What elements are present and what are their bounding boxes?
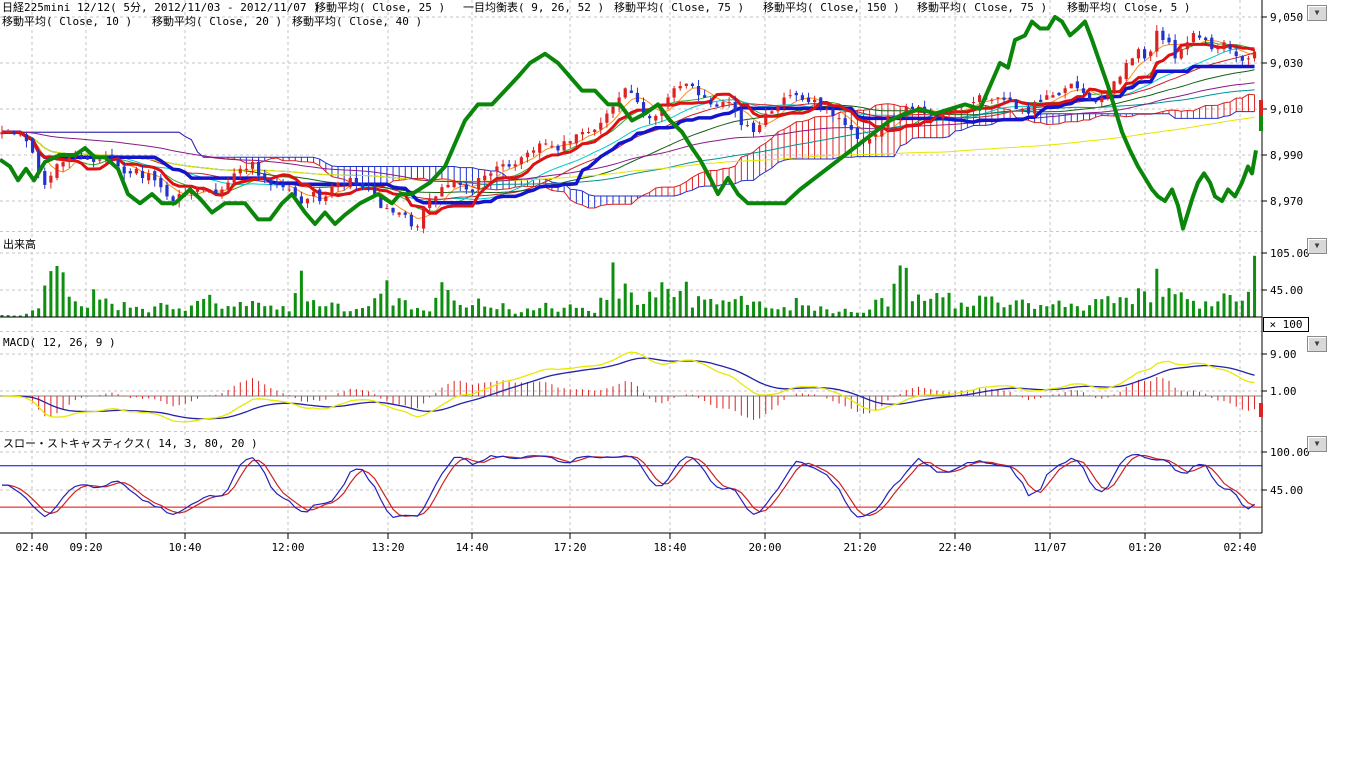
- stochastics-pane-label: スロー・ストキャスティクス( 14, 3, 80, 20 ): [3, 435, 258, 451]
- time-tick-label: 17:20: [553, 541, 586, 554]
- axis-tick-label: 100.00: [1270, 446, 1310, 459]
- axis-tick-label: 9,030: [1270, 57, 1303, 70]
- legend-item: 移動平均( Close, 10 ): [2, 16, 132, 28]
- time-tick-label: 14:40: [455, 541, 488, 554]
- legend-item: 日経225mini 12/12( 5分, 2012/11/03 - 2012/1…: [2, 2, 320, 14]
- legend-item: 一目均衡表( 9, 26, 52 ): [463, 2, 604, 14]
- time-tick-label: 22:40: [938, 541, 971, 554]
- axis-tick-label: 9.00: [1270, 348, 1297, 361]
- axis-tick-label: 45.00: [1270, 284, 1303, 297]
- time-tick-label: 02:40: [1223, 541, 1256, 554]
- axis-tick-label: 9,050: [1270, 11, 1303, 24]
- legend-item: 移動平均( Close, 5 ): [1067, 2, 1190, 14]
- macd-pane-label: MACD( 12, 26, 9 ): [3, 336, 116, 349]
- volume-multiplier-badge: × 100: [1263, 317, 1309, 332]
- time-tick-label: 02:40: [15, 541, 48, 554]
- macd-scale-dropdown-button[interactable]: ▼: [1307, 336, 1327, 352]
- legend-item: 移動平均( Close, 25 ): [315, 2, 445, 14]
- legend-item: 移動平均( Close, 75 ): [614, 2, 744, 14]
- chevron-down-icon: ▼: [1315, 242, 1320, 250]
- stochastics-scale-dropdown-button[interactable]: ▼: [1307, 436, 1327, 452]
- axis-tick-label: 45.00: [1270, 484, 1303, 497]
- chevron-down-icon: ▼: [1315, 9, 1320, 17]
- price-scale-dropdown-button[interactable]: ▼: [1307, 5, 1327, 21]
- time-tick-label: 10:40: [168, 541, 201, 554]
- chevron-down-icon: ▼: [1315, 440, 1320, 448]
- axis-tick-label: 8,990: [1270, 149, 1303, 162]
- chevron-down-icon: ▼: [1315, 340, 1320, 348]
- axis-tick-label: 9,010: [1270, 103, 1303, 116]
- time-tick-label: 12:00: [271, 541, 304, 554]
- chart-window: 9,050 9,030 9,010 8,990 8,970 105.00 45.00 9.00…: [0, 0, 1366, 768]
- volume-pane-label: 出来高: [3, 236, 36, 252]
- legend-item: 移動平均( Close, 40 ): [292, 16, 422, 28]
- legend-item: 移動平均( Close, 20 ): [152, 16, 282, 28]
- time-tick-label: 09:20: [69, 541, 102, 554]
- volume-scale-dropdown-button[interactable]: ▼: [1307, 238, 1327, 254]
- time-tick-label: 13:20: [371, 541, 404, 554]
- time-tick-label: 11/07: [1033, 541, 1066, 554]
- chart-canvas: 9,050 9,030 9,010 8,990 8,970 105.00 45.00 9.00…: [0, 0, 1366, 768]
- time-tick-label: 01:20: [1128, 541, 1161, 554]
- axis-tick-label: 8,970: [1270, 195, 1303, 208]
- time-tick-label: 18:40: [653, 541, 686, 554]
- axis-tick-label: 1.00: [1270, 385, 1297, 398]
- time-tick-label: 20:00: [748, 541, 781, 554]
- time-tick-label: 21:20: [843, 541, 876, 554]
- legend-item: 移動平均( Close, 75 ): [917, 2, 1047, 14]
- axis-tick-label: 105.00: [1270, 247, 1310, 260]
- legend-item: 移動平均( Close, 150 ): [763, 2, 900, 14]
